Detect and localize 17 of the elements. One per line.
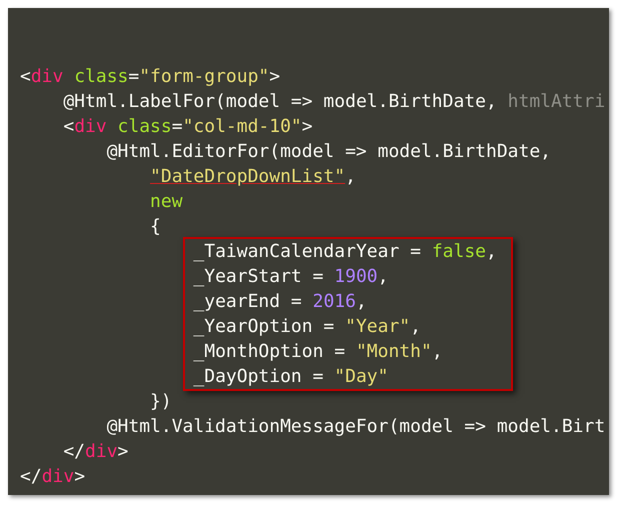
code-line: <div class="col-md-10">	[63, 116, 313, 137]
code-line: {	[150, 216, 161, 237]
code-line: </div>	[63, 441, 128, 462]
code-line: @Html.LabelFor(model => model.BirthDate, htmlAttri	[63, 91, 606, 112]
code-line: "DateDropDownList",	[150, 166, 356, 187]
code-line: })	[150, 391, 172, 412]
code-line: _TaiwanCalendarYear = false,	[193, 241, 497, 262]
code-line: _YearOption = "Year",	[193, 316, 421, 337]
code-line: _MonthOption = "Month",	[193, 341, 443, 362]
code-line: @Html.EditorFor(model => model.BirthDate,	[106, 141, 552, 162]
code-line: <div class="form-group">	[20, 66, 280, 87]
code-line: _DayOption = "Day"	[193, 366, 388, 387]
code-line: _yearEnd = 2016,	[193, 291, 367, 312]
code-line: new	[150, 191, 183, 212]
code-line: _YearStart = 1900,	[193, 266, 388, 287]
code-line: @Html.ValidationMessageFor(model => model.Birt	[106, 416, 606, 437]
code-line: </div>	[20, 466, 86, 487]
